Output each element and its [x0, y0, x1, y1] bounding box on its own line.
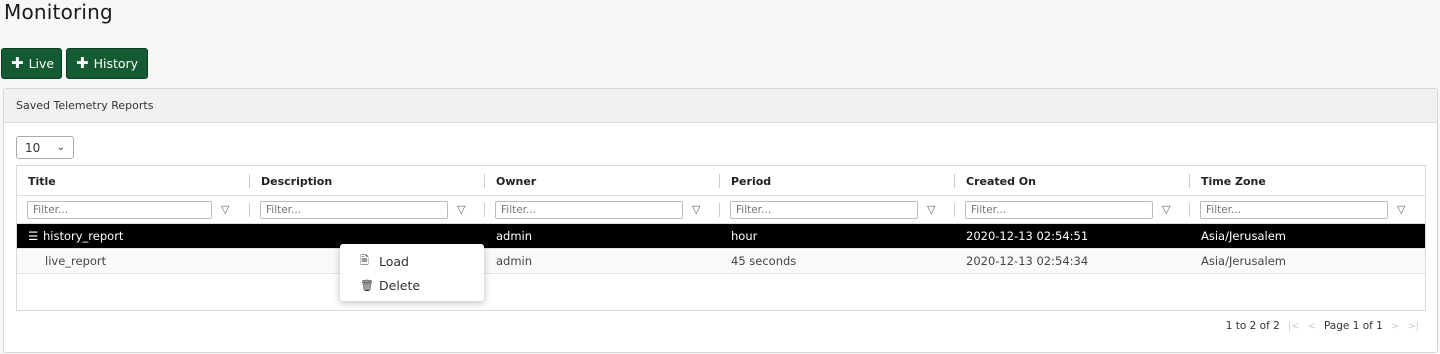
- menu-item-delete[interactable]: 🗑 Delete: [340, 274, 484, 298]
- filter-icon[interactable]: ▽: [457, 203, 465, 216]
- filter-icon[interactable]: ▽: [1397, 203, 1405, 216]
- cell-created-on: 2020-12-13 02:54:34: [966, 254, 1089, 268]
- filter-created-on-input[interactable]: [965, 200, 1153, 219]
- page-indicator: Page 1 of 1: [1323, 320, 1383, 332]
- cell-owner: admin: [496, 254, 533, 268]
- cell-period: hour: [731, 229, 758, 243]
- list-icon: ☰: [28, 229, 39, 243]
- cell-title: live_report: [45, 254, 107, 268]
- pagination: 1 to 2 of 2 |< < Page 1 of 1 > >|: [1226, 320, 1419, 332]
- filter-description-input[interactable]: [260, 200, 448, 219]
- column-header-created-on[interactable]: Created On: [955, 166, 1190, 195]
- menu-item-load-label: Load: [379, 254, 409, 269]
- plus-icon: ✚: [11, 54, 24, 72]
- filter-period-input[interactable]: [730, 200, 918, 219]
- header-row: Title Description Owner Period Created O…: [17, 166, 1425, 196]
- filter-cell-time-zone: ▽: [1190, 196, 1425, 223]
- add-history-button[interactable]: ✚ History: [66, 48, 148, 79]
- column-header-owner[interactable]: Owner: [485, 166, 720, 195]
- document-icon: 🗎: [360, 254, 369, 267]
- filter-icon[interactable]: ▽: [692, 203, 700, 216]
- page-size-value: 10: [25, 140, 41, 155]
- next-page-icon[interactable]: >: [1391, 321, 1399, 332]
- filter-cell-created-on: ▽: [955, 196, 1190, 223]
- table-row[interactable]: ☰ history_report admin hour 2020-12-13 02…: [17, 224, 1425, 249]
- filter-cell-title: ▽: [17, 196, 250, 223]
- saved-reports-panel: Saved Telemetry Reports 10 ⌄ Title Descr…: [3, 88, 1438, 353]
- filter-time-zone-input[interactable]: [1200, 200, 1388, 219]
- first-page-icon[interactable]: |<: [1288, 321, 1300, 332]
- panel-title: Saved Telemetry Reports: [4, 89, 1437, 123]
- filter-cell-owner: ▽: [485, 196, 720, 223]
- filter-icon[interactable]: ▽: [221, 203, 229, 216]
- filter-cell-period: ▽: [720, 196, 955, 223]
- page-size-select[interactable]: 10 ⌄: [16, 136, 74, 159]
- row-title: history_report: [43, 229, 124, 243]
- filter-icon[interactable]: ▽: [1162, 203, 1170, 216]
- add-live-button[interactable]: ✚ Live: [1, 48, 62, 79]
- menu-item-load[interactable]: 🗎 Load: [340, 250, 484, 274]
- filter-owner-input[interactable]: [495, 200, 683, 219]
- cell-period: 45 seconds: [731, 254, 797, 268]
- filter-icon[interactable]: ▽: [927, 203, 935, 216]
- trash-icon: 🗑: [360, 279, 374, 292]
- row-context-menu: 🗎 Load 🗑 Delete: [340, 244, 484, 301]
- page-title: Monitoring: [4, 0, 113, 24]
- filter-title-input[interactable]: [27, 200, 212, 219]
- table-row[interactable]: live_report admin 45 seconds 2020-12-13 …: [17, 249, 1425, 274]
- reports-grid: Title Description Owner Period Created O…: [16, 165, 1426, 311]
- cell-owner: admin: [496, 229, 533, 243]
- cell-time-zone: Asia/Jerusalem: [1201, 254, 1286, 268]
- column-header-description[interactable]: Description: [250, 166, 485, 195]
- menu-item-delete-label: Delete: [379, 278, 421, 293]
- live-button-label: Live: [28, 56, 55, 71]
- cell-created-on: 2020-12-13 02:54:51: [966, 229, 1089, 243]
- chevron-down-icon: ⌄: [56, 142, 65, 153]
- column-header-time-zone[interactable]: Time Zone: [1190, 166, 1425, 195]
- cell-title: ☰ history_report: [17, 229, 250, 243]
- filter-cell-description: ▽: [250, 196, 485, 223]
- column-header-period[interactable]: Period: [720, 166, 955, 195]
- history-button-label: History: [93, 56, 139, 71]
- row-range: 1 to 2 of 2: [1225, 320, 1280, 332]
- grid-empty-area: [17, 274, 1425, 310]
- plus-icon: ✚: [76, 54, 89, 72]
- last-page-icon[interactable]: >|: [1407, 321, 1419, 332]
- column-header-title[interactable]: Title: [17, 166, 250, 195]
- previous-page-icon[interactable]: <: [1308, 321, 1316, 332]
- filter-row: ▽ ▽ ▽ ▽ ▽ ▽: [17, 196, 1425, 224]
- cell-time-zone: Asia/Jerusalem: [1201, 229, 1286, 243]
